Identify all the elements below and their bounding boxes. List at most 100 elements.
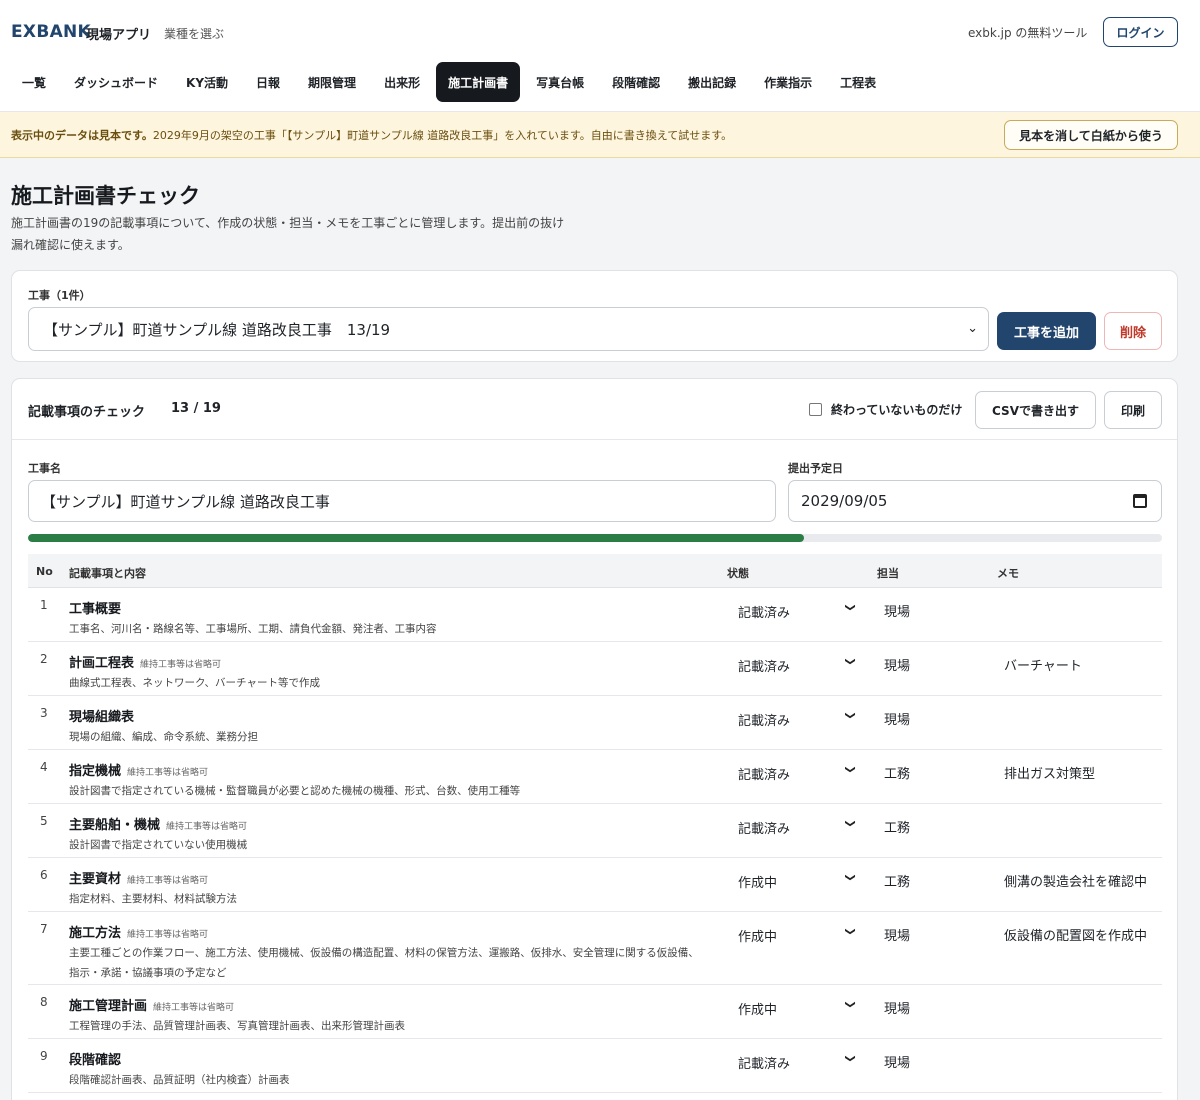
brand-logo[interactable]: EXBANK [11,22,91,42]
chevron-down-icon: ❯ [844,657,856,666]
memo-field[interactable]: バーチャート [1004,655,1154,674]
owner-field[interactable]: 工務 [884,817,910,836]
app-header: EXBANK 現場アプリ 業種を選ぶ exbk.jp の無料ツール ログイン 一… [0,0,1200,112]
checklist-header: 記載事項のチェック 13 / 19 終わっていないものだけ CSVで書き出す 印… [12,379,1177,440]
incomplete-filter[interactable]: 終わっていないものだけ [809,401,962,418]
table-row: 3 現場組織表 現場の組織、編成、命令系統、業務分担 記載済み ❯ 現場 [28,696,1162,750]
chevron-down-icon: ❯ [844,873,856,882]
row-title-text: 指定機械 [69,764,122,779]
due-date-label: 提出予定日 [788,462,843,475]
progress-bar [28,534,1162,542]
table-header: No 記載事項と内容 状態 担当 メモ [28,554,1162,588]
project-name-value: 【サンプル】町道サンプル線 道路改良工事 [41,492,330,511]
row-tag: 維持工事等は省略可 [153,1003,235,1013]
row-number: 9 [40,1049,48,1063]
status-select[interactable]: 作成中 [738,999,777,1018]
status-select[interactable]: 記載済み [738,818,790,837]
nav-item[interactable]: 作業指示 [752,62,824,102]
owner-field[interactable]: 現場 [884,601,910,620]
row-number: 5 [40,814,48,828]
sample-data-banner: 表示中のデータは見本です。2029年9月の架空の工事「【サンプル】町道サンプル線… [0,112,1200,158]
nav-item[interactable]: 写真台帳 [524,62,596,102]
owner-field[interactable]: 工務 [884,871,910,890]
page-description: 施工計画書の19の記載事項について、作成の状態・担当・メモを工事ごとに管理します… [11,216,565,252]
app-name: 現場アプリ [86,28,152,43]
chevron-down-icon: ❯ [844,1054,856,1063]
nav-item[interactable]: 出来形 [372,62,432,102]
project-name-label: 工事名 [28,462,61,475]
project-name-input[interactable]: 【サンプル】町道サンプル線 道路改良工事 [28,480,776,522]
csv-export-button[interactable]: CSVで書き出す [975,391,1096,429]
row-description: 現場の組織、編成、命令系統、業務分担 [69,731,258,743]
nav-item[interactable]: 日報 [244,62,292,102]
row-description: 曲線式工程表、ネットワーク、バーチャート等で作成 [69,677,320,689]
banner-text: 2029年9月の架空の工事「【サンプル】町道サンプル線 道路改良工事」を入れてい… [152,129,733,142]
status-select[interactable]: 作成中 [738,872,777,891]
login-button[interactable]: ログイン [1103,17,1178,47]
print-button[interactable]: 印刷 [1104,391,1162,429]
status-select[interactable]: 記載済み [738,710,790,729]
status-select[interactable]: 記載済み [738,1053,790,1072]
col-memo: メモ [997,567,1019,580]
industry-link[interactable]: 業種を選ぶ [164,25,224,42]
nav-item[interactable]: 搬出記録 [676,62,748,102]
status-select[interactable]: 記載済み [738,764,790,783]
status-select[interactable]: 記載済み [738,602,790,621]
memo-field[interactable]: 排出ガス対策型 [1004,763,1154,782]
add-project-button[interactable]: 工事を追加 [997,312,1096,350]
row-tag: 維持工事等は省略可 [127,930,209,940]
row-tag: 維持工事等は省略可 [127,876,209,886]
row-title: 主要船舶・機械 維持工事等は省略可 [69,814,247,833]
delete-project-button[interactable]: 削除 [1104,312,1162,350]
due-date-input[interactable]: 2029/09/05 [788,480,1162,522]
status-select[interactable]: 作成中 [738,926,777,945]
free-tool-link[interactable]: exbk.jp の無料ツール [968,24,1087,41]
nav-item[interactable]: KY活動 [174,62,240,102]
filter-checkbox[interactable] [809,403,822,416]
status-select[interactable]: 記載済み [738,656,790,675]
owner-field[interactable]: 現場 [884,998,910,1017]
nav-item[interactable]: ダッシュボード [62,62,170,102]
col-owner: 担当 [877,567,899,580]
nav-item[interactable]: 期限管理 [296,62,368,102]
project-select[interactable]: 【サンプル】町道サンプル線 道路改良工事 13/19 ⌄ [28,307,989,351]
nav-item[interactable]: 一覧 [11,62,58,102]
owner-field[interactable]: 現場 [884,1052,910,1071]
row-title: 工事概要 [69,598,121,617]
nav-item[interactable]: 段階確認 [600,62,672,102]
col-status: 状態 [727,567,749,580]
row-title: 施工管理計画 維持工事等は省略可 [69,995,234,1014]
row-description: 設計図書で指定されていない使用機械 [69,839,248,851]
clear-sample-button[interactable]: 見本を消して白紙から使う [1004,120,1178,150]
row-tag: 維持工事等は省略可 [140,660,222,670]
banner-bold: 表示中のデータは見本です。 [11,129,153,142]
col-no: No [36,565,53,578]
row-description: 設計図書で指定されている機械・監督職員が必要と認めた機械の機種、形式、台数、使用… [69,785,521,797]
table-row: 4 指定機械 維持工事等は省略可 設計図書で指定されている機械・監督職員が必要と認めた… [28,750,1162,804]
filter-label: 終わっていないものだけ [831,403,963,417]
col-item: 記載事項と内容 [69,567,146,580]
chevron-down-icon: ❯ [844,603,856,612]
table-row: 6 主要資材 維持工事等は省略可 指定材料、主要材料、材料試験方法 作成中 ❯ 工務 側溝の製… [28,858,1162,912]
row-number: 1 [40,598,48,612]
nav-item[interactable]: 施工計画書 [436,62,521,102]
memo-field[interactable]: 側溝の製造会社を確認中 [1004,871,1154,890]
due-date-value: 2029/09/05 [801,492,888,510]
nav-item[interactable]: 工程表 [828,62,888,102]
row-title-text: 施工管理計画 [69,999,148,1014]
checklist-title: 記載事項のチェック [28,405,146,420]
calendar-icon[interactable] [1133,494,1147,508]
row-description: 段階確認計画表、品質証明（社内検査）計画表 [69,1074,290,1086]
owner-field[interactable]: 現場 [884,709,910,728]
memo-field[interactable]: 仮設備の配置図を作成中 [1004,925,1154,944]
row-description: 工事名、河川名・路線名等、工事場所、工期、請負代金額、発注者、工事内容 [69,623,437,635]
row-title: 計画工程表 維持工事等は省略可 [69,652,221,671]
row-description: 指定材料、主要材料、材料試験方法 [69,893,237,905]
chevron-down-icon: ❯ [844,765,856,774]
owner-field[interactable]: 工務 [884,763,910,782]
project-select-value: 【サンプル】町道サンプル線 道路改良工事 13/19 [43,320,391,339]
row-title-text: 段階確認 [69,1053,122,1068]
owner-field[interactable]: 現場 [884,655,910,674]
owner-field[interactable]: 現場 [884,925,910,944]
checklist-count: 13 / 19 [171,401,221,416]
